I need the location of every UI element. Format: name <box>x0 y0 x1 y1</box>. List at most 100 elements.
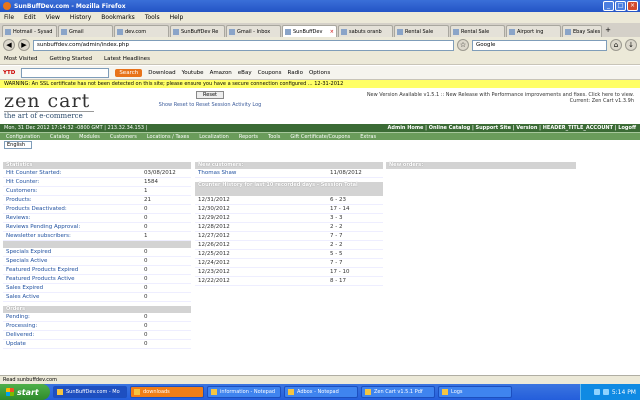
browser-tab[interactable]: Gmail - Inbox <box>226 25 281 37</box>
toolbar-item[interactable]: Options <box>309 70 330 76</box>
close-button[interactable]: × <box>627 1 638 11</box>
admin-menu-extras[interactable]: Extras <box>360 133 376 140</box>
toolbar-item[interactable]: Radio <box>288 70 303 76</box>
minimize-button[interactable]: _ <box>603 1 614 11</box>
order-status-link[interactable]: Update <box>6 340 144 348</box>
warning-notice: WARNING: An SSL certificate has not been… <box>0 80 640 88</box>
order-status-link[interactable]: Processing: <box>6 322 144 330</box>
menu-history[interactable]: History <box>70 14 91 21</box>
tab-label: dev.com <box>125 28 147 35</box>
maximize-button[interactable]: □ <box>615 1 626 11</box>
stat-row: Newsletter subscribers: 1 <box>3 232 191 241</box>
stat-label[interactable]: Products: <box>6 196 144 204</box>
toolbar-item[interactable]: Youtube <box>182 70 204 76</box>
toolbar-item[interactable]: eBay <box>238 70 252 76</box>
stat-label[interactable]: Reviews Pending Approval: <box>6 223 144 231</box>
tab-bar: Hotmail - Sysad Gmail dev.com SunBuffDev… <box>0 23 640 37</box>
new-tab-button[interactable]: + <box>603 26 613 37</box>
menu-bar: File Edit View History Bookmarks Tools H… <box>0 12 640 23</box>
section-divider <box>3 241 191 248</box>
browser-status-bar: Read sunbuffdev.com <box>0 375 640 384</box>
stat-label[interactable]: Specials Expired <box>6 248 144 256</box>
stat-row: Hit Counter Started: 03/08/2012 <box>3 169 191 178</box>
language-select[interactable]: English <box>4 141 32 149</box>
toolbar-search-button[interactable]: Search <box>115 68 143 77</box>
admin-menu-localization[interactable]: Localization <box>199 133 229 140</box>
stat-label[interactable]: Featured Products Expired <box>6 266 144 274</box>
stat-label[interactable]: Newsletter subscribers: <box>6 232 144 240</box>
order-row: Processing: 0 <box>3 322 191 331</box>
forward-button[interactable]: ▶ <box>18 39 30 51</box>
stat-label[interactable]: Sales Expired <box>6 284 144 292</box>
browser-tab[interactable]: Airport ing <box>506 25 561 37</box>
browser-tab[interactable]: Hotmail - Sysad <box>2 25 57 37</box>
admin-menu-catalog[interactable]: Catalog <box>50 133 69 140</box>
admin-menu-gift[interactable]: Gift Certificate/Coupons <box>290 133 350 140</box>
stat-label[interactable]: Products Deactivated: <box>6 205 144 213</box>
browser-tab[interactable]: Rental Sale <box>450 25 505 37</box>
close-tab-icon[interactable]: × <box>330 29 334 35</box>
menu-help[interactable]: Help <box>170 14 184 21</box>
bookmark-most-visited[interactable]: Most Visited <box>4 56 37 62</box>
zencart-logo[interactable]: zen cart the art of e-commerce <box>4 91 99 121</box>
order-status-link[interactable]: Delivered: <box>6 331 144 339</box>
taskbar-item[interactable]: Adbox - Notepad <box>284 386 358 398</box>
menu-tools[interactable]: Tools <box>145 14 160 21</box>
browser-tab[interactable]: sabuts oranb <box>338 25 393 37</box>
logo-tagline: the art of e-commerce <box>4 111 94 120</box>
stat-label[interactable]: Featured Products Active <box>6 275 144 283</box>
download-icon[interactable]: ↓ <box>625 39 637 51</box>
url-bar[interactable]: sunbuffdev.com/admin/index.php <box>33 39 454 51</box>
order-count: 0 <box>144 341 148 347</box>
toolbar-item[interactable]: Amazon <box>210 70 232 76</box>
back-button[interactable]: ◀ <box>3 39 15 51</box>
admin-menu-configuration[interactable]: Configuration <box>6 133 40 140</box>
counter-row: 12/26/2012 2 - 2 <box>195 241 383 250</box>
stat-label[interactable]: Specials Active <box>6 257 144 265</box>
taskbar-item[interactable]: Zen Cart v1.5.1 Pdf <box>361 386 435 398</box>
admin-links-text[interactable]: Admin Home | Online Catalog | Support Si… <box>388 125 636 131</box>
taskbar-item[interactable]: Logs <box>438 386 512 398</box>
reset-button[interactable]: Reset <box>196 91 224 99</box>
browser-tab[interactable]: dev.com <box>114 25 169 37</box>
tray-icon[interactable] <box>593 389 600 395</box>
admin-links[interactable]: Admin Home | Online Catalog | Support Si… <box>388 124 636 132</box>
order-count: 0 <box>144 314 148 320</box>
start-button[interactable]: start <box>0 384 50 400</box>
order-status-link[interactable]: Pending: <box>6 313 144 321</box>
tray-icon[interactable] <box>602 389 609 395</box>
admin-menu-customers[interactable]: Customers <box>110 133 137 140</box>
taskbar-item[interactable]: SunBuffDev.com - Mo <box>53 386 127 398</box>
browser-tab[interactable]: SunBuffDev Re <box>170 25 225 37</box>
menu-edit[interactable]: Edit <box>24 14 36 21</box>
toolbar-item[interactable]: Coupons <box>258 70 282 76</box>
star-icon[interactable]: ☆ <box>457 39 469 51</box>
browser-tab[interactable]: Gmail <box>58 25 113 37</box>
taskbar-item[interactable]: information - Notepad <box>207 386 281 398</box>
menu-view[interactable]: View <box>46 14 60 21</box>
stat-label[interactable]: Customers: <box>6 187 144 195</box>
admin-menu-tools[interactable]: Tools <box>268 133 280 140</box>
reset-note[interactable]: Show Reset to Reset Session Activity Log <box>120 102 300 108</box>
counter-value: 17 - 14 <box>330 206 350 212</box>
taskbar-item[interactable]: downloads <box>130 386 204 398</box>
home-icon[interactable]: ⌂ <box>610 39 622 51</box>
admin-menu-reports[interactable]: Reports <box>239 133 258 140</box>
browser-tab[interactable]: Rental Sale <box>394 25 449 37</box>
bookmark-latest-headlines[interactable]: Latest Headlines <box>104 56 150 62</box>
stat-label[interactable]: Reviews: <box>6 214 144 222</box>
menu-bookmarks[interactable]: Bookmarks <box>101 14 135 21</box>
favicon-icon <box>565 28 571 35</box>
admin-menu-modules[interactable]: Modules <box>79 133 100 140</box>
toolbar-item[interactable]: Download <box>148 70 175 76</box>
stat-label[interactable]: Sales Active <box>6 293 144 301</box>
menu-file[interactable]: File <box>4 14 14 21</box>
search-bar[interactable]: Google <box>472 39 607 51</box>
browser-tab-active[interactable]: SunBuffDev × <box>282 25 337 37</box>
bookmark-getting-started[interactable]: Getting Started <box>49 56 92 62</box>
admin-menu-locations[interactable]: Locations / Taxes <box>147 133 189 140</box>
toolbar-search-input[interactable] <box>21 67 110 78</box>
customer-name-link[interactable]: Thomas Shaw <box>198 169 330 177</box>
browser-tab[interactable]: Ebay Sales <box>562 25 602 37</box>
counter-row: 12/28/2012 2 - 2 <box>195 223 383 232</box>
